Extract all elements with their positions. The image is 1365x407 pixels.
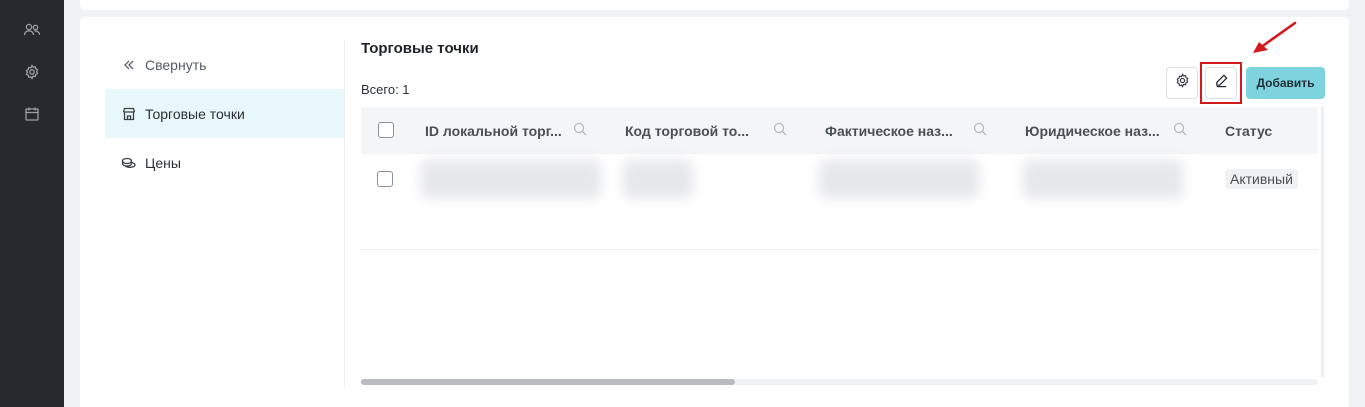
gear-icon <box>1175 73 1190 93</box>
column-header-label: Фактическое наз... <box>825 122 953 139</box>
redacted-cell <box>421 160 601 198</box>
total-count: Всего: 1 <box>361 82 410 97</box>
table-header: ID локальной торг... Код торговой то... … <box>361 107 1318 154</box>
store-icon <box>121 106 137 122</box>
select-all-checkbox[interactable] <box>378 122 394 138</box>
vertical-scrollbar[interactable] <box>1321 107 1324 377</box>
status-badge: Активный <box>1225 169 1298 189</box>
column-header-label: ID локальной торг... <box>425 122 562 139</box>
double-chevron-left-icon <box>121 57 137 73</box>
sidebar-item-label: Цены <box>145 154 181 171</box>
redacted-cell <box>819 160 979 198</box>
side-nav: Свернуть Торговые точки Цены <box>105 40 345 387</box>
data-table: ID локальной торг... Код торговой то... … <box>361 107 1318 377</box>
search-icon[interactable] <box>573 122 587 139</box>
collapse-button[interactable]: Свернуть <box>105 40 344 89</box>
pencil-icon <box>1214 73 1229 93</box>
annotation-arrow-icon <box>1253 21 1297 53</box>
sidebar-item-trade-points[interactable]: Торговые точки <box>105 89 344 138</box>
users-icon[interactable] <box>22 20 42 40</box>
search-icon[interactable] <box>973 122 987 139</box>
sidebar-item-label: Торговые точки <box>145 105 245 122</box>
horizontal-scrollbar-thumb[interactable] <box>361 379 735 385</box>
redacted-cell <box>623 160 693 198</box>
row-checkbox[interactable] <box>377 171 393 187</box>
column-header-label: Статус <box>1225 122 1273 139</box>
column-header-label: Код торговой то... <box>625 122 750 139</box>
column-header-local-id[interactable]: ID локальной торг... <box>425 107 615 154</box>
calendar-icon[interactable] <box>22 104 42 124</box>
add-button[interactable]: Добавить <box>1246 67 1325 99</box>
column-header-legal-name[interactable]: Юридическое наз... <box>1025 107 1215 154</box>
coins-icon <box>121 155 137 171</box>
page-title: Торговые точки <box>361 40 479 57</box>
collapse-label: Свернуть <box>145 56 207 73</box>
table-row[interactable]: Активный <box>361 154 1318 250</box>
column-header-status[interactable]: Статус <box>1225 107 1315 154</box>
edit-button[interactable] <box>1205 67 1237 99</box>
column-header-actual-name[interactable]: Фактическое наз... <box>825 107 1015 154</box>
top-card <box>80 0 1349 10</box>
gear-icon[interactable] <box>22 62 42 82</box>
redacted-cell <box>1023 160 1183 198</box>
search-icon[interactable] <box>773 122 787 139</box>
sidebar-item-prices[interactable]: Цены <box>105 138 344 187</box>
column-header-label: Юридическое наз... <box>1025 122 1160 139</box>
table-settings-button[interactable] <box>1166 67 1198 99</box>
column-header-trade-point-code[interactable]: Код торговой то... <box>625 107 815 154</box>
left-rail <box>0 0 64 407</box>
search-icon[interactable] <box>1173 122 1187 139</box>
